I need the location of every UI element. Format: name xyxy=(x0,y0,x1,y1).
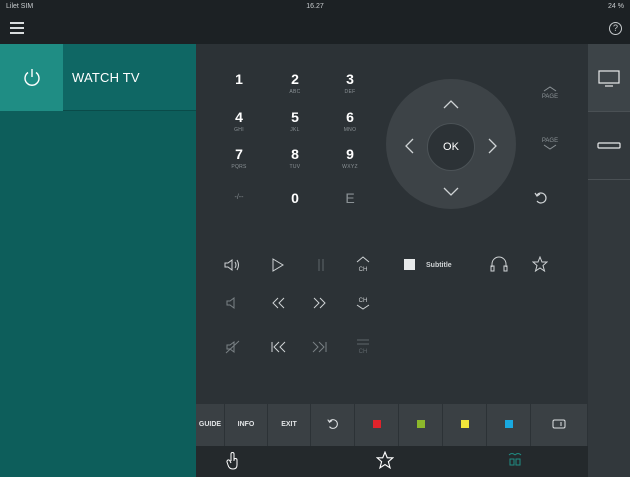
guide-button[interactable]: GUIDE xyxy=(196,404,225,446)
svg-text:CH: CH xyxy=(359,298,368,304)
play-icon xyxy=(272,258,284,272)
skip-back-icon xyxy=(271,341,286,353)
volume-up-button[interactable] xyxy=(224,258,244,278)
channel-down-icon: CH xyxy=(357,339,369,355)
star-icon xyxy=(531,255,549,273)
teletext-button[interactable] xyxy=(531,404,588,446)
key-4[interactable]: 4 GHI xyxy=(219,109,259,133)
fast-forward-button[interactable] xyxy=(312,296,332,316)
arrow-right-icon[interactable] xyxy=(488,138,498,159)
tab-devices[interactable] xyxy=(507,451,523,474)
channel-up-icon: CH xyxy=(356,256,370,273)
audio-button[interactable] xyxy=(490,256,510,276)
volume-up-icon xyxy=(224,259,239,271)
red-swatch xyxy=(372,420,381,429)
tab-favorites[interactable] xyxy=(375,450,395,474)
green-button[interactable] xyxy=(399,404,443,446)
chevron-down-icon xyxy=(543,144,557,150)
skip-forward-icon xyxy=(312,341,327,353)
key-3[interactable]: 3 DEF xyxy=(330,71,370,95)
channel-list-button[interactable]: CH xyxy=(354,293,374,313)
subtitle-button[interactable]: Subtitle xyxy=(426,262,452,269)
sidebar: WATCH TV xyxy=(0,44,196,477)
return-icon xyxy=(326,419,338,430)
arrow-up-icon[interactable] xyxy=(443,96,459,114)
key-e[interactable]: E xyxy=(330,190,370,206)
key-5[interactable]: 5 JKL xyxy=(275,109,315,133)
svg-text:CH: CH xyxy=(359,267,368,273)
info-button[interactable]: INFO xyxy=(225,404,268,446)
source-label: WATCH TV xyxy=(72,70,140,85)
remote-panel: 1 2 ABC 3 DEF 4 GHI 5 JKL 6 MNO 7 PQRS 8 TUV 9W… xyxy=(196,44,588,477)
key-dash[interactable]: -/-- xyxy=(219,194,259,201)
back-button[interactable] xyxy=(311,404,355,446)
return-button[interactable] xyxy=(533,190,553,210)
play-button[interactable] xyxy=(272,258,292,278)
bottom-tab-bar xyxy=(196,446,588,477)
next-button[interactable] xyxy=(312,340,332,360)
volume-down-icon xyxy=(226,297,235,309)
mute-button[interactable] xyxy=(224,340,244,360)
page-down-button[interactable]: PAGE xyxy=(536,138,564,152)
pause-icon xyxy=(318,259,324,271)
channel-up-button[interactable]: CH xyxy=(354,255,374,275)
battery-label: 24 % xyxy=(608,3,624,10)
arrow-left-icon[interactable] xyxy=(404,138,414,159)
headphones-icon xyxy=(490,256,508,272)
page-up-button[interactable]: PAGE xyxy=(536,86,564,100)
pause-button[interactable] xyxy=(316,258,336,278)
mute-icon xyxy=(225,340,240,354)
stop-button[interactable] xyxy=(404,259,424,279)
soundbar-icon xyxy=(597,142,621,149)
hamburger-icon[interactable] xyxy=(10,22,24,34)
yellow-button[interactable] xyxy=(443,404,487,446)
tab-touch[interactable] xyxy=(225,451,241,476)
power-icon xyxy=(24,69,40,86)
ok-button[interactable]: OK xyxy=(427,123,475,171)
chevron-up-icon xyxy=(543,86,557,92)
rewind-button[interactable] xyxy=(270,296,290,316)
blue-button[interactable] xyxy=(487,404,531,446)
return-icon xyxy=(534,192,547,204)
function-buttons-row: GUIDE INFO EXIT xyxy=(196,404,588,446)
touch-icon xyxy=(226,452,238,470)
top-bar: ? xyxy=(0,14,630,44)
source-row-watch-tv[interactable]: WATCH TV xyxy=(0,44,196,111)
power-button[interactable] xyxy=(0,44,63,111)
key-7[interactable]: 7 PQRS xyxy=(219,146,259,170)
teletext-icon xyxy=(552,419,566,429)
key-9[interactable]: 9 WXYZ xyxy=(330,146,370,170)
help-icon[interactable]: ? xyxy=(609,22,622,35)
stop-icon xyxy=(404,259,415,270)
page-up-label: PAGE xyxy=(541,94,559,100)
favorite-button[interactable] xyxy=(531,255,552,276)
device-tv[interactable] xyxy=(588,44,630,112)
status-bar: Lilet SIM 16.27 24 % xyxy=(0,0,630,14)
svg-text:CH: CH xyxy=(359,349,368,355)
red-button[interactable] xyxy=(355,404,399,446)
clock: 16.27 xyxy=(306,3,324,10)
exit-button[interactable]: EXIT xyxy=(268,404,311,446)
key-6[interactable]: 6 MNO xyxy=(330,109,370,133)
previous-button[interactable] xyxy=(270,340,290,360)
arrow-down-icon[interactable] xyxy=(443,184,459,202)
key-1[interactable]: 1 xyxy=(219,71,259,89)
fast-forward-icon xyxy=(313,297,326,309)
star-icon xyxy=(375,450,395,470)
devices-icon xyxy=(508,453,522,466)
device-soundbar[interactable] xyxy=(588,112,630,180)
key-0[interactable]: 0 xyxy=(275,190,315,206)
channel-down-button[interactable]: CH xyxy=(354,337,374,357)
rewind-icon xyxy=(272,297,285,309)
yellow-swatch xyxy=(460,420,469,429)
channel-icon: CH xyxy=(356,298,370,310)
green-swatch xyxy=(416,420,425,429)
key-2[interactable]: 2 ABC xyxy=(275,71,315,95)
key-8[interactable]: 8 TUV xyxy=(275,146,315,170)
tv-icon xyxy=(598,70,620,87)
volume-down-button[interactable] xyxy=(224,296,244,316)
blue-swatch xyxy=(504,420,513,429)
device-column xyxy=(588,44,630,477)
